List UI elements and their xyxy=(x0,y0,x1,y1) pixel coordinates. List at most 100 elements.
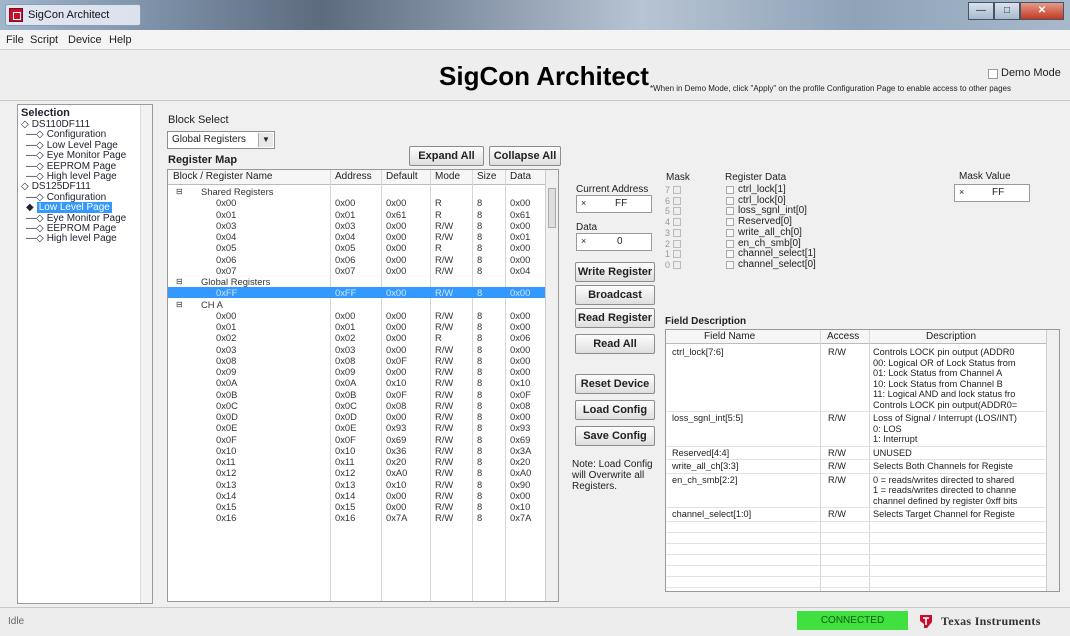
register-map-scrollbar[interactable] xyxy=(545,170,558,601)
tree-item[interactable]: ―◇ EEPROM Page xyxy=(26,161,116,172)
register-row[interactable]: 0x05 0x05 0x00 R 8 0x00 xyxy=(168,242,546,253)
tree-item[interactable]: ◇ DS110DF111 xyxy=(21,119,90,130)
register-group-row[interactable]: ⊟ Global Registers xyxy=(168,276,546,287)
menu-file[interactable]: File xyxy=(6,34,24,46)
register-row[interactable]: 0x04 0x04 0x00 R/W 8 0x01 xyxy=(168,231,546,242)
tree-item[interactable]: ―◇ EEPROM Page xyxy=(26,223,116,234)
tree-item[interactable]: ◆ Low Level Page xyxy=(26,202,112,214)
register-row[interactable]: 0x02 0x02 0x00 R 8 0x06 xyxy=(168,332,546,343)
reset-device-button[interactable]: Reset Device xyxy=(575,374,655,394)
register-row[interactable]: 0x03 0x03 0x00 R/W 8 0x00 xyxy=(168,220,546,231)
mask-value-field[interactable]: × FF xyxy=(954,184,1030,202)
close-button[interactable]: ✕ xyxy=(1020,2,1064,20)
register-row[interactable]: 0x08 0x08 0x0F R/W 8 0x00 xyxy=(168,355,546,366)
register-bit-checkbox[interactable] xyxy=(726,250,734,259)
mask-bit-checkbox[interactable] xyxy=(673,228,681,237)
register-row[interactable]: 0x11 0x11 0x20 R/W 8 0x20 xyxy=(168,456,546,467)
register-group-row[interactable]: ⊟ CH A xyxy=(168,299,546,310)
read-all-button[interactable]: Read All xyxy=(575,334,655,354)
clear-icon[interactable]: × xyxy=(581,236,586,246)
register-row[interactable]: 0x0C 0x0C 0x08 R/W 8 0x08 xyxy=(168,400,546,411)
block-select-dropdown[interactable]: Global Registers ▼ xyxy=(167,131,275,149)
menu-help[interactable]: Help xyxy=(109,34,132,46)
tree-item-label: EEPROM Page xyxy=(46,160,117,172)
register-row[interactable]: 0x0A 0x0A 0x10 R/W 8 0x10 xyxy=(168,377,546,388)
register-row[interactable]: 0x06 0x06 0x00 R/W 8 0x00 xyxy=(168,254,546,265)
collapse-all-button[interactable]: Collapse All xyxy=(489,146,561,166)
register-row[interactable]: 0x09 0x09 0x00 R/W 8 0x00 xyxy=(168,366,546,377)
maximize-button[interactable]: □ xyxy=(994,2,1020,20)
data-field[interactable]: × 0 xyxy=(576,233,652,251)
register-row[interactable]: 0x01 0x01 0x00 R/W 8 0x00 xyxy=(168,321,546,332)
tree-item[interactable]: ◇ DS125DF111 xyxy=(21,181,91,192)
register-bit-checkbox[interactable] xyxy=(726,260,734,269)
register-row[interactable]: 0x0D 0x0D 0x00 R/W 8 0x00 xyxy=(168,411,546,422)
column-header[interactable]: Description xyxy=(926,331,976,342)
read-register-button[interactable]: Read Register xyxy=(575,308,655,328)
minimize-button[interactable]: — xyxy=(968,2,994,20)
write-register-button[interactable]: Write Register xyxy=(575,262,655,282)
menu-device[interactable]: Device xyxy=(68,34,102,46)
register-bit-checkbox[interactable] xyxy=(726,196,734,205)
register-row[interactable]: 0x00 0x00 0x00 R/W 8 0x00 xyxy=(168,310,546,321)
scrollbar-thumb[interactable] xyxy=(548,188,556,228)
register-bit-checkbox[interactable] xyxy=(726,239,734,248)
register-row[interactable]: 0x03 0x03 0x00 R/W 8 0x00 xyxy=(168,344,546,355)
register-row[interactable]: 0x0E 0x0E 0x93 R/W 8 0x93 xyxy=(168,422,546,433)
mask-bit-checkbox[interactable] xyxy=(673,207,681,216)
tree-item[interactable]: ―◇ Configuration xyxy=(26,129,106,140)
register-group-row[interactable]: ⊟ Shared Registers xyxy=(168,186,546,197)
register-row[interactable]: 0x01 0x01 0x61 R 8 0x61 xyxy=(168,209,546,220)
demo-mode-checkbox[interactable] xyxy=(988,69,998,79)
column-header[interactable]: Mode xyxy=(435,171,460,182)
tree-item[interactable]: ―◇ High level Page xyxy=(26,171,117,182)
clear-icon[interactable]: × xyxy=(959,187,964,197)
mask-bit-checkbox[interactable] xyxy=(673,260,681,269)
broadcast-button[interactable]: Broadcast xyxy=(575,285,655,305)
field-description-scrollbar[interactable] xyxy=(1046,330,1059,591)
mask-bit-checkbox[interactable] xyxy=(673,196,681,205)
column-header[interactable]: Size xyxy=(477,171,496,182)
load-config-button[interactable]: Load Config xyxy=(575,400,655,420)
register-bit-checkbox[interactable] xyxy=(726,207,734,216)
mask-bit-checkbox[interactable] xyxy=(673,218,681,227)
register-bit-checkbox[interactable] xyxy=(726,228,734,237)
save-config-button[interactable]: Save Config xyxy=(575,426,655,446)
clear-icon[interactable]: × xyxy=(581,198,586,208)
column-header[interactable]: Field Name xyxy=(704,331,755,342)
register-row[interactable]: 0x10 0x10 0x36 R/W 8 0x3A xyxy=(168,445,546,456)
selection-scrollbar[interactable] xyxy=(140,105,152,603)
register-bit-checkbox[interactable] xyxy=(726,186,734,194)
expand-all-button[interactable]: Expand All xyxy=(409,146,484,166)
tree-item[interactable]: ―◇ High level Page xyxy=(26,233,117,244)
column-header[interactable]: Block / Register Name xyxy=(173,171,272,182)
expand-toggle-icon[interactable]: ⊟ xyxy=(176,186,183,197)
register-row[interactable]: 0x0B 0x0B 0x0F R/W 8 0x0F xyxy=(168,389,546,400)
register-bit-checkbox[interactable] xyxy=(726,218,734,227)
register-row[interactable]: 0x14 0x14 0x00 R/W 8 0x00 xyxy=(168,490,546,501)
expand-toggle-icon[interactable]: ⊟ xyxy=(176,299,183,310)
register-row[interactable]: 0xFF 0xFF 0x00 R/W 8 0x00 xyxy=(168,287,546,299)
expand-toggle-icon[interactable]: ⊟ xyxy=(176,276,183,287)
register-row[interactable]: 0x16 0x16 0x7A R/W 8 0x7A xyxy=(168,512,546,523)
register-row[interactable]: 0x13 0x13 0x10 R/W 8 0x90 xyxy=(168,479,546,490)
mask-bit-checkbox[interactable] xyxy=(673,186,681,194)
register-row[interactable]: 0x0F 0x0F 0x69 R/W 8 0x69 xyxy=(168,434,546,445)
current-address-field[interactable]: × FF xyxy=(576,195,652,213)
tree-item[interactable]: ―◇ Low Level Page xyxy=(26,140,118,151)
tree-item[interactable]: ―◇ Eye Monitor Page xyxy=(26,213,126,224)
register-row[interactable]: 0x12 0x12 0xA0 R/W 8 0xA0 xyxy=(168,467,546,478)
register-row[interactable]: 0x07 0x07 0x00 R/W 8 0x04 xyxy=(168,265,546,276)
column-header[interactable]: Data xyxy=(510,171,531,182)
column-header[interactable]: Default xyxy=(386,171,418,182)
register-row[interactable]: 0x15 0x15 0x00 R/W 8 0x10 xyxy=(168,501,546,512)
tree-item[interactable]: ―◇ Eye Monitor Page xyxy=(26,150,126,161)
chevron-down-icon[interactable]: ▼ xyxy=(258,133,273,147)
menu-script[interactable]: Script xyxy=(30,34,58,46)
register-row[interactable]: 0x00 0x00 0x00 R 8 0x00 xyxy=(168,197,546,208)
mask-bit-checkbox[interactable] xyxy=(673,239,681,248)
mask-bit-checkbox[interactable] xyxy=(673,250,681,259)
column-header[interactable]: Access xyxy=(827,331,859,342)
column-header[interactable]: Address xyxy=(335,171,372,182)
tree-item[interactable]: ―◇ Configuration xyxy=(26,192,106,203)
